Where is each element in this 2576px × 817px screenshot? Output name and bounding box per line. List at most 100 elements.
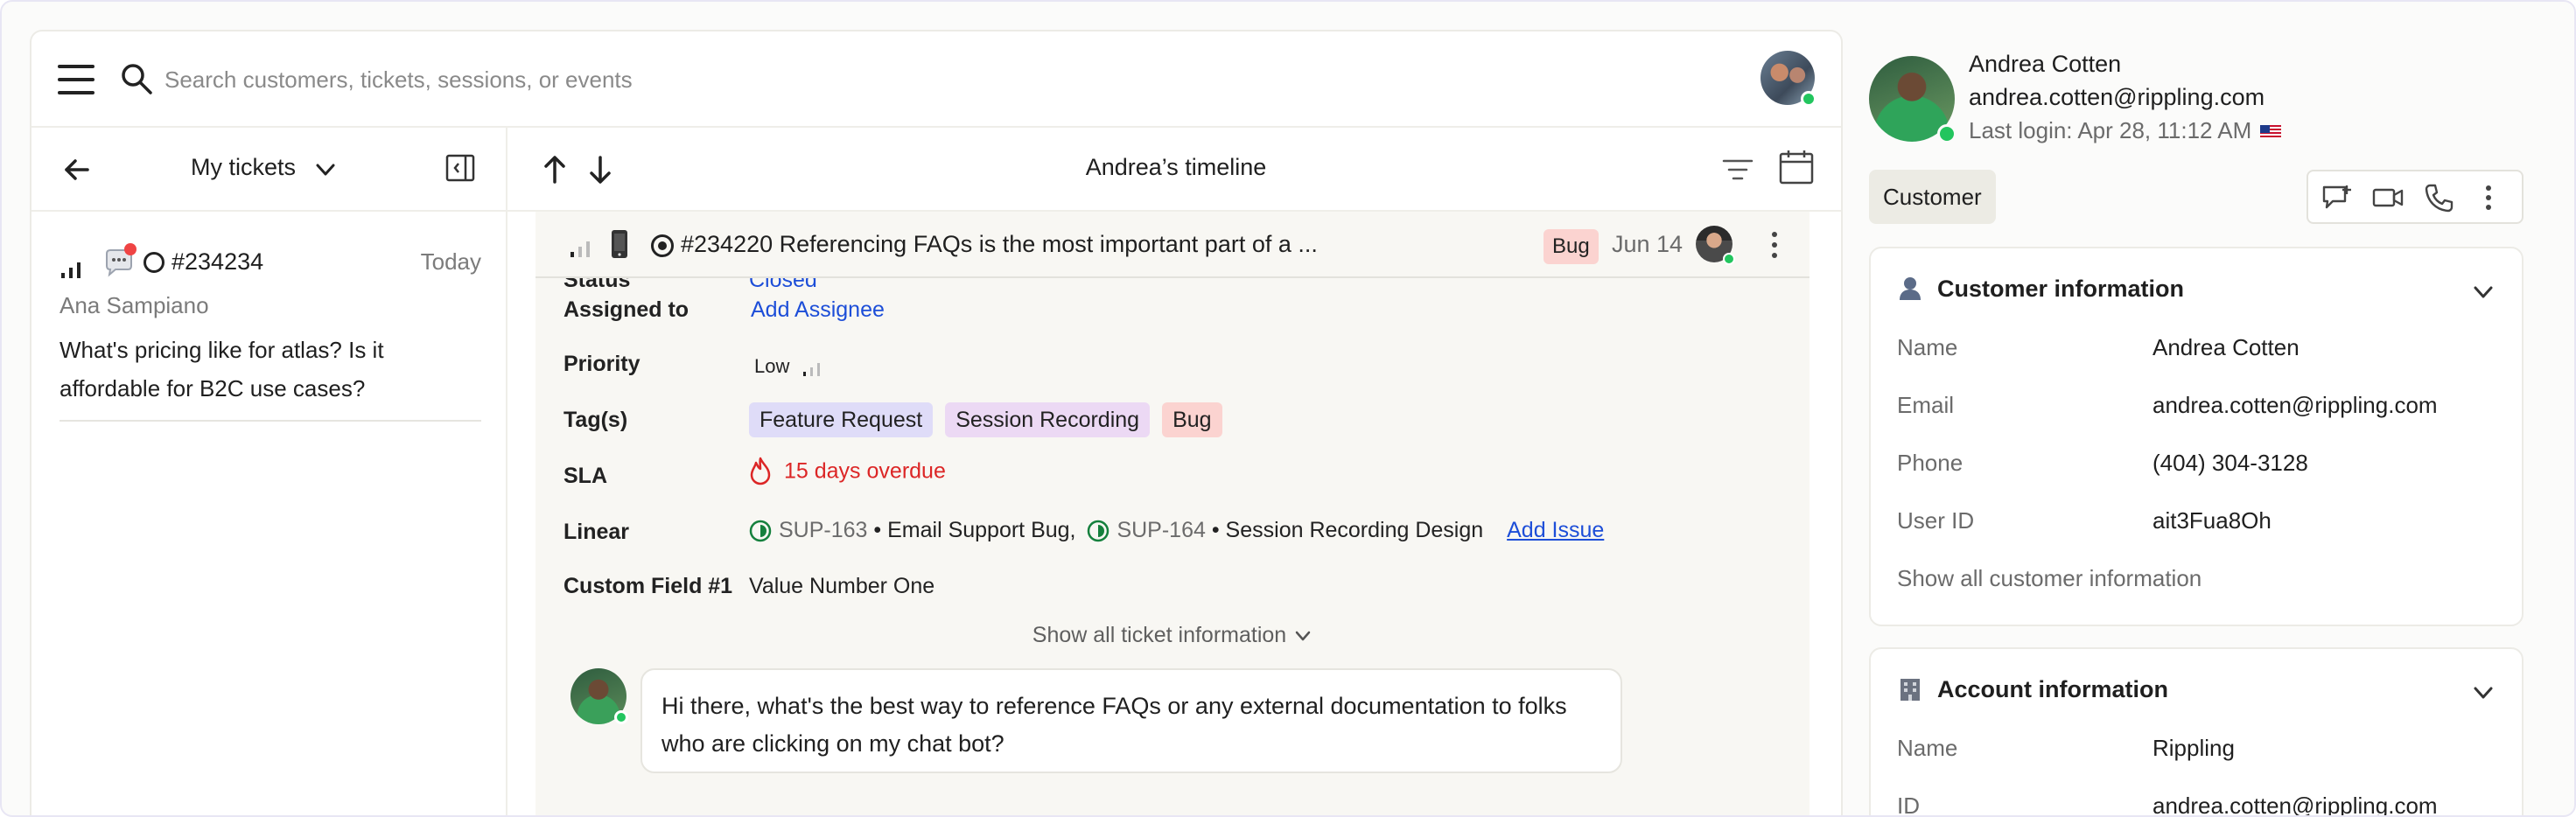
- chevron-down-icon: [1295, 632, 1311, 641]
- linear-issue-code[interactable]: SUP-163: [779, 518, 867, 542]
- show-all-ticket-info[interactable]: Show all ticket information: [536, 623, 1810, 648]
- unread-indicator: [124, 243, 136, 255]
- card-title: Account information: [1937, 676, 2168, 702]
- linear-issue-icon: [749, 520, 772, 542]
- customer-panel: Andrea Cotten andrea.cotten@rippling.com…: [1843, 30, 2550, 817]
- show-all-customer-info[interactable]: Show all customer information: [1897, 565, 2202, 592]
- info-value: andrea.cotten@rippling.com: [2152, 793, 2438, 817]
- info-label: Phone: [1897, 450, 1964, 476]
- info-value: Andrea Cotten: [2152, 334, 2300, 360]
- sla-value: 15 days overdue: [749, 457, 946, 486]
- ticket-date: Jun 14: [1612, 231, 1684, 257]
- timeline-header: Andrea’s timeline: [508, 128, 1841, 212]
- mobile-phone-icon: [612, 230, 627, 258]
- priority-signal-icon: [803, 363, 821, 377]
- linear-issue-code[interactable]: SUP-164: [1116, 518, 1205, 542]
- ticket-header[interactable]: #234220 Referencing FAQs is the most imp…: [536, 212, 1810, 278]
- add-note-icon[interactable]: [2320, 182, 2354, 213]
- info-label: User ID: [1897, 507, 1975, 534]
- calendar-icon[interactable]: [1778, 149, 1815, 185]
- online-indicator: [1937, 124, 1956, 143]
- chat-bubble-icon: [103, 243, 136, 278]
- customer-avatar: [570, 668, 628, 724]
- search-input[interactable]: [164, 58, 1477, 101]
- phone-icon[interactable]: [2422, 182, 2455, 213]
- ticket-list-item[interactable]: #234234 Today Ana Sampiano What's pricin…: [60, 238, 481, 422]
- last-login-text: Last login: Apr 28, 11:12 AM: [1969, 117, 2252, 143]
- customer-info-card: Customer information Name Andrea Cotten …: [1869, 247, 2524, 626]
- online-indicator: [1723, 253, 1735, 265]
- field-label: Linear: [564, 520, 630, 544]
- field-sla: SLA 15 days overdue: [564, 457, 1788, 495]
- priority-value[interactable]: Low: [754, 355, 824, 378]
- video-call-icon[interactable]: [2371, 182, 2404, 213]
- info-value: Rippling: [2152, 735, 2235, 761]
- ticket-thread: #234220 Referencing FAQs is the most imp…: [536, 212, 1810, 815]
- priority-text: Low: [754, 355, 790, 377]
- ticket-date: Today: [420, 248, 481, 275]
- filter-icon[interactable]: [1722, 156, 1754, 184]
- customer-avatar: [1869, 56, 1956, 143]
- card-title: Customer information: [1937, 276, 2185, 302]
- field-label: Assigned to: [564, 297, 690, 322]
- chevron-down-icon[interactable]: [313, 157, 338, 182]
- info-label: Name: [1897, 334, 1958, 360]
- info-label: ID: [1897, 793, 1920, 817]
- ticket-list-panel: My tickets #234234 Today Ana Sampiano Wh…: [32, 128, 508, 815]
- ticket-number: #234234: [172, 248, 264, 275]
- search-icon: [122, 64, 152, 94]
- info-value: andrea.cotten@rippling.com: [2152, 392, 2438, 418]
- field-label: SLA: [564, 464, 607, 488]
- main-panel: My tickets #234234 Today Ana Sampiano Wh…: [30, 30, 1843, 815]
- chevron-down-icon[interactable]: [2471, 280, 2496, 304]
- info-label: Name: [1897, 735, 1958, 761]
- add-issue-link[interactable]: Add Issue: [1507, 518, 1604, 542]
- info-label: Email: [1897, 392, 1955, 418]
- ticket-title: #234220 Referencing FAQs is the most imp…: [681, 231, 1318, 257]
- more-options-icon[interactable]: [2480, 182, 2497, 213]
- person-icon: [1900, 277, 1921, 300]
- customer-info-header[interactable]: Customer information: [1897, 275, 2184, 303]
- customer-badge: Customer: [1869, 170, 1996, 224]
- customer-email[interactable]: andrea.cotten@rippling.com: [1969, 84, 2264, 111]
- more-options-icon[interactable]: [1769, 229, 1780, 261]
- ticket-list-header: My tickets: [32, 128, 506, 212]
- field-label: Custom Field #1: [564, 574, 733, 598]
- info-value: (404) 304-3128: [2152, 450, 2308, 476]
- menu-icon[interactable]: [58, 65, 94, 94]
- show-all-label: Show all ticket information: [1032, 623, 1287, 647]
- app-frame: My tickets #234234 Today Ana Sampiano Wh…: [0, 0, 2576, 817]
- chevron-down-icon[interactable]: [2471, 681, 2496, 705]
- field-custom-1: Custom Field #1 Value Number One: [564, 570, 1788, 605]
- collapse-panel-icon[interactable]: [444, 152, 476, 184]
- custom-field-value: Value Number One: [749, 574, 935, 598]
- timeline-panel: Andrea’s timeline #234220 Referencing FA…: [508, 128, 1841, 815]
- tag-feature-request[interactable]: Feature Request: [749, 402, 934, 437]
- us-flag-icon: [2260, 125, 2282, 140]
- top-bar: [32, 31, 1841, 128]
- online-indicator: [1801, 91, 1816, 107]
- linear-issue-icon: [1088, 520, 1110, 542]
- ticket-view-selector[interactable]: My tickets: [191, 154, 296, 181]
- account-info-header[interactable]: Account information: [1897, 675, 2168, 703]
- assignee-avatar: [1696, 226, 1735, 265]
- tag-session-recording[interactable]: Session Recording: [945, 402, 1151, 437]
- user-avatar[interactable]: [1760, 51, 1816, 107]
- timeline-title: Andrea’s timeline: [1085, 154, 1267, 180]
- field-assigned: Assigned to Add Assignee: [564, 294, 1788, 329]
- customer-name: Andrea Cotten: [1969, 51, 2122, 77]
- field-linear: Linear SUP-163 • Email Support Bug, SUP-…: [564, 516, 1788, 551]
- message-bubble: Hi there, what's the best way to referen…: [640, 668, 1622, 773]
- back-arrow-icon[interactable]: [61, 154, 93, 185]
- info-value: ait3Fua8Oh: [2152, 507, 2272, 534]
- linear-issue-title: • Email Support Bug,: [873, 518, 1076, 542]
- field-tags: Tag(s) Feature Request Session Recording B…: [564, 402, 1788, 439]
- linear-issues: SUP-163 • Email Support Bug, SUP-164 • S…: [749, 518, 1604, 543]
- account-info-card: Account information Name Rippling ID and…: [1869, 647, 2524, 817]
- add-assignee-link[interactable]: Add Assignee: [751, 297, 885, 323]
- tag-bug[interactable]: Bug: [1162, 402, 1222, 437]
- open-status-icon: [144, 252, 164, 273]
- priority-signal-icon: [61, 262, 80, 278]
- field-priority: Priority Low: [564, 348, 1788, 383]
- online-indicator: [614, 710, 628, 724]
